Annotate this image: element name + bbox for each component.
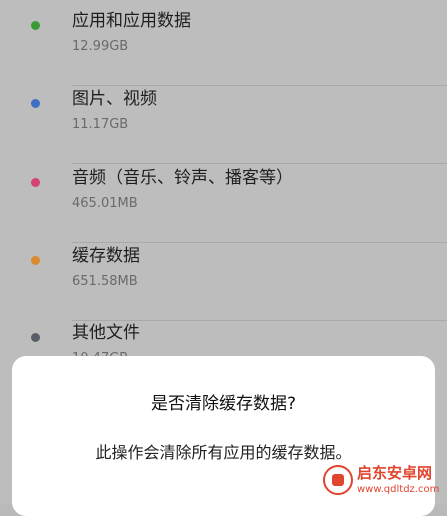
dialog-title: 是否清除缓存数据? bbox=[150, 394, 297, 414]
watermark-name: 启东安卓网 bbox=[357, 464, 433, 482]
other-color-dot bbox=[31, 333, 40, 342]
audio-color-dot bbox=[31, 178, 40, 187]
photos-title: 图片、视频 bbox=[72, 89, 157, 109]
apps-title: 应用和应用数据 bbox=[72, 11, 191, 31]
cache-title: 缓存数据 bbox=[72, 246, 140, 266]
cache-size: 651.58MB bbox=[72, 274, 138, 289]
storage-item-audio[interactable]: 音频（音乐、铃声、播客等） 465.01MB bbox=[0, 165, 447, 243]
apps-color-dot bbox=[31, 21, 40, 30]
storage-item-apps[interactable]: 应用和应用数据 12.99GB bbox=[0, 8, 447, 86]
photos-size: 11.17GB bbox=[72, 117, 129, 132]
storage-item-cache[interactable]: 缓存数据 651.58MB bbox=[0, 243, 447, 321]
watermark-icon bbox=[323, 465, 353, 495]
audio-size: 465.01MB bbox=[72, 196, 138, 211]
other-title: 其他文件 bbox=[72, 323, 140, 343]
apps-size: 12.99GB bbox=[72, 39, 129, 54]
photos-color-dot bbox=[31, 99, 40, 108]
audio-title: 音频（音乐、铃声、播客等） bbox=[72, 168, 293, 188]
cache-color-dot bbox=[31, 256, 40, 265]
storage-item-photos[interactable]: 图片、视频 11.17GB bbox=[0, 86, 447, 164]
divider bbox=[72, 163, 447, 164]
watermark-url: www.qdltdz.com bbox=[357, 484, 440, 495]
watermark-logo: 启东安卓网 www.qdltdz.com bbox=[323, 461, 439, 501]
